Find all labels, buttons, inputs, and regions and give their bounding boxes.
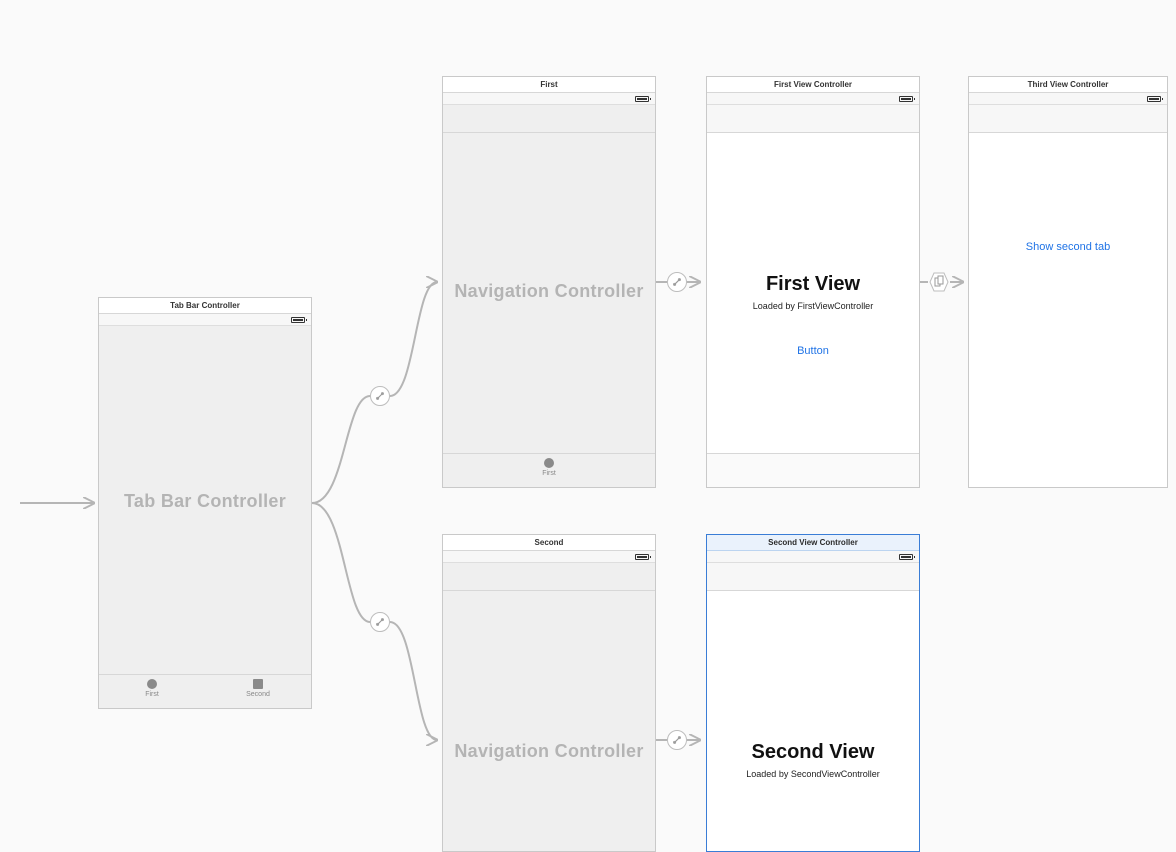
scene-title: Second View Controller — [707, 535, 919, 551]
battery-icon — [899, 96, 913, 102]
first-view-subtitle: Loaded by FirstViewController — [707, 301, 919, 311]
second-view-heading: Second View — [707, 741, 919, 764]
tab-bar-placeholder — [707, 453, 919, 487]
battery-icon — [291, 317, 305, 323]
tab-first-label: First — [542, 470, 556, 477]
show-second-tab-button[interactable]: Show second tab — [969, 241, 1167, 253]
tab-first[interactable]: First — [519, 454, 579, 487]
second-view-subtitle: Loaded by SecondViewController — [707, 769, 919, 779]
tab-first[interactable]: First — [99, 675, 205, 708]
navigation-bar — [969, 105, 1167, 133]
tab-first-icon — [147, 679, 157, 689]
scene-title: Third View Controller — [969, 77, 1167, 93]
scene-navigation-first[interactable]: First Navigation Controller First — [442, 76, 656, 488]
controller-placeholder-label: Navigation Controller — [443, 741, 655, 762]
status-bar — [443, 93, 655, 105]
scene-title: First View Controller — [707, 77, 919, 93]
segue-relationship-nav1[interactable] — [370, 386, 390, 406]
scene-title: Second — [443, 535, 655, 551]
tab-bar: First Second — [99, 674, 311, 708]
navigation-bar — [707, 563, 919, 591]
tab-bar: First — [443, 453, 655, 487]
tab-second-label: Second — [246, 691, 270, 698]
scene-tab-bar-controller[interactable]: Tab Bar Controller Tab Bar Controller Fi… — [98, 297, 312, 709]
navigation-bar — [707, 105, 919, 133]
tab-first-label: First — [145, 691, 159, 698]
segue-root-second[interactable] — [667, 730, 687, 750]
status-bar — [969, 93, 1167, 105]
segue-relationship-nav2[interactable] — [370, 612, 390, 632]
scene-navigation-second[interactable]: Second Navigation Controller — [442, 534, 656, 852]
tab-second[interactable]: Second — [205, 675, 311, 708]
first-view-heading: First View — [707, 273, 919, 296]
battery-icon — [899, 554, 913, 560]
controller-placeholder-label: Navigation Controller — [443, 281, 655, 302]
navigation-bar — [443, 105, 655, 133]
segue-show-third[interactable] — [929, 272, 949, 292]
controller-placeholder-label: Tab Bar Controller — [99, 491, 311, 512]
scene-second-view-controller[interactable]: Second View Controller Second View Loade… — [706, 534, 920, 852]
status-bar — [99, 314, 311, 326]
status-bar — [443, 551, 655, 563]
segue-root-first[interactable] — [667, 272, 687, 292]
battery-icon — [635, 554, 649, 560]
scene-title: First — [443, 77, 655, 93]
tab-second-icon — [253, 679, 263, 689]
navigation-bar — [443, 563, 655, 591]
status-bar — [707, 551, 919, 563]
status-bar — [707, 93, 919, 105]
tab-first-icon — [544, 458, 554, 468]
battery-icon — [635, 96, 649, 102]
first-view-button[interactable]: Button — [707, 345, 919, 357]
scene-third-view-controller[interactable]: Third View Controller Show second tab — [968, 76, 1168, 488]
battery-icon — [1147, 96, 1161, 102]
scene-first-view-controller[interactable]: First View Controller First View Loaded … — [706, 76, 920, 488]
scene-title: Tab Bar Controller — [99, 298, 311, 314]
